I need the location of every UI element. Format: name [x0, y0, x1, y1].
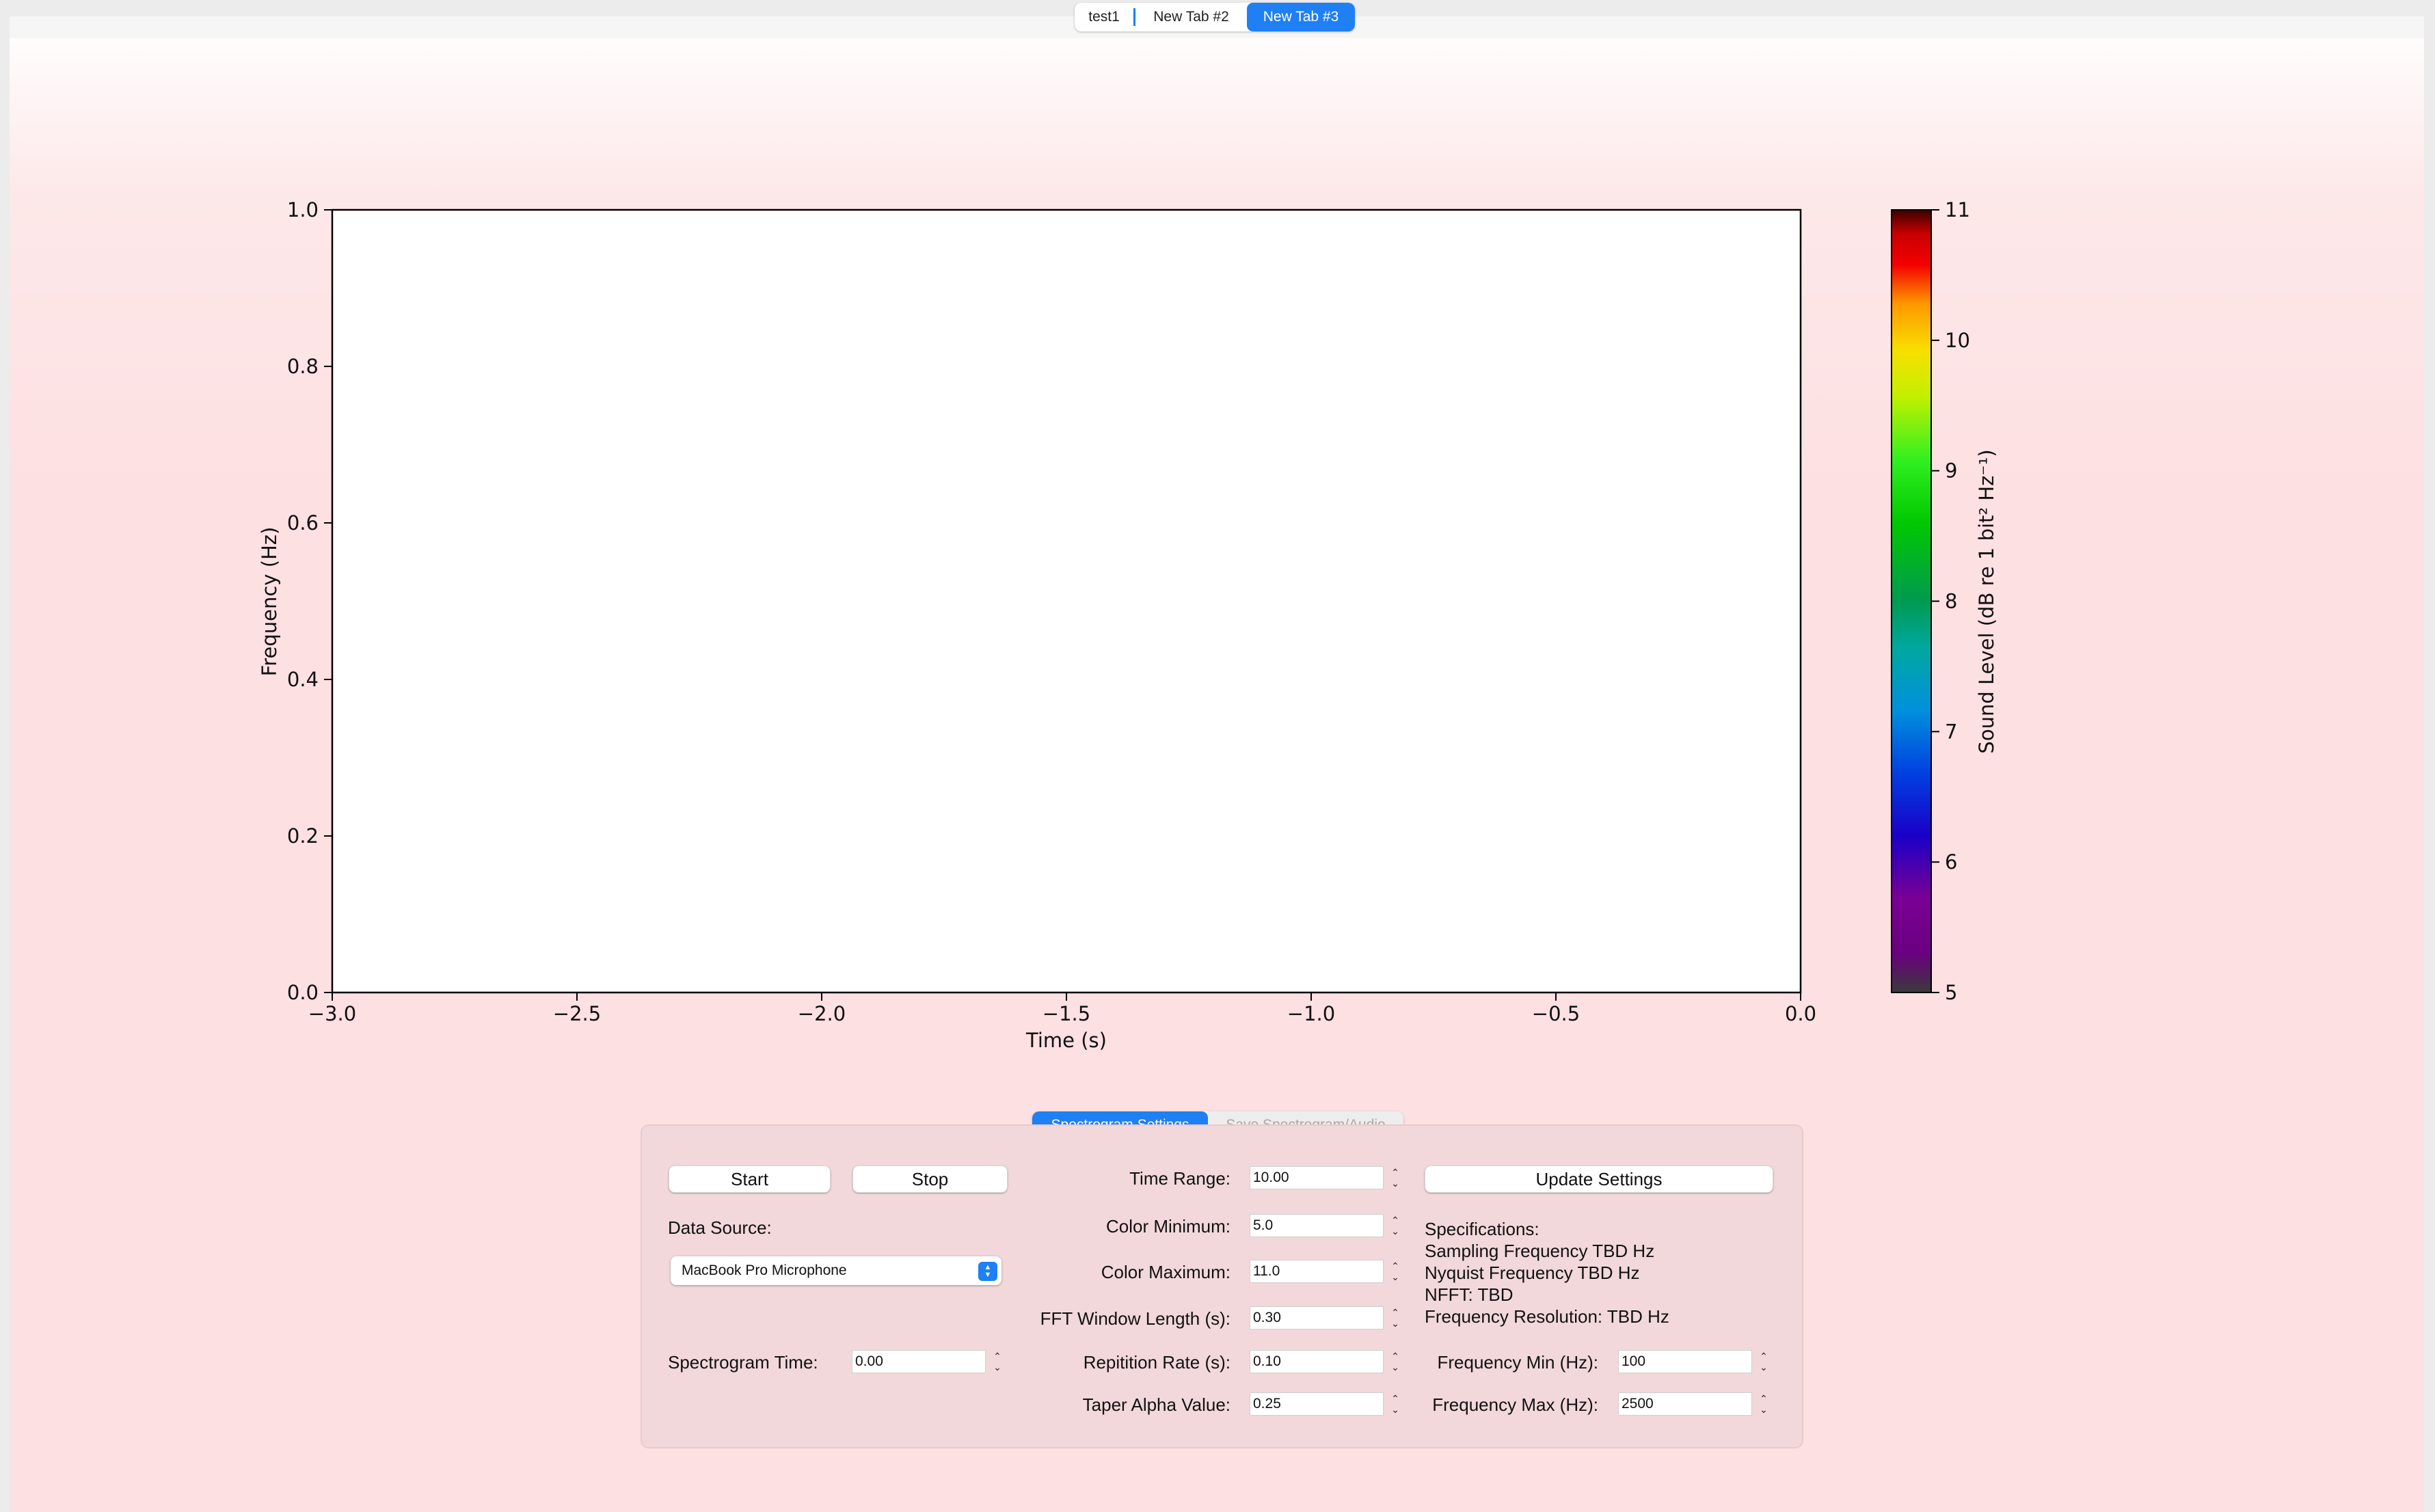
time-range-field[interactable]: 10.00 [1250, 1166, 1384, 1189]
repetition-rate-stepper[interactable]: ⌃ ⌄ [1388, 1348, 1403, 1375]
frequency-min-field[interactable]: 100 [1618, 1350, 1752, 1373]
sampling-frequency-text: Sampling Frequency TBD Hz [1425, 1241, 1655, 1261]
color-minimum-stepper[interactable]: ⌃ ⌄ [1388, 1212, 1403, 1239]
colorbar-tick-label: 10 [1945, 329, 1970, 352]
spectrogram-time-input: 0.00 ⌃ ⌄ [852, 1349, 1005, 1374]
chevron-up-down-icon: ▲ ▼ [978, 1262, 997, 1281]
update-settings-button[interactable]: Update Settings [1425, 1165, 1773, 1193]
colorbar-axis: 5 6 7 8 9 10 11 [1931, 198, 1970, 1004]
fft-window-length-label: FFT Window Length (s): [1040, 1308, 1230, 1329]
fft-window-length-field[interactable]: 0.30 [1250, 1306, 1384, 1329]
x-axis-label: Time (s) [1025, 1029, 1107, 1052]
x-tick-label: −0.5 [1532, 1002, 1580, 1025]
data-source-value: MacBook Pro Microphone [682, 1263, 847, 1278]
colorbar-tick-label: 5 [1945, 981, 1957, 1004]
colorbar-tick-label: 7 [1945, 720, 1957, 743]
colorbar [1891, 209, 1932, 993]
colorbar-tick-label: 9 [1945, 459, 1957, 483]
y-tick-label: 0.4 [287, 668, 319, 691]
taper-alpha-field[interactable]: 0.25 [1250, 1392, 1384, 1416]
frequency-max-stepper[interactable]: ⌃ ⌄ [1756, 1390, 1771, 1418]
x-tick-label: 0.0 [1785, 1002, 1816, 1025]
color-maximum-label: Color Maximum: [1101, 1262, 1230, 1282]
x-tick-label: −1.5 [1042, 1002, 1090, 1025]
y-tick-label: 0.6 [287, 511, 319, 535]
y-axis: 0.0 0.2 0.4 0.6 0.8 1.0 [287, 198, 332, 1004]
frequency-resolution-text: Frequency Resolution: TBD Hz [1425, 1306, 1669, 1327]
start-button[interactable]: Start [669, 1165, 831, 1193]
x-tick-label: −2.0 [798, 1002, 846, 1025]
spectrogram-time-label: Spectrogram Time: [668, 1352, 818, 1373]
repetition-rate-label: Repitition Rate (s): [1083, 1352, 1230, 1373]
color-maximum-input: 11.0 ⌃ ⌄ [1250, 1259, 1403, 1284]
color-maximum-field[interactable]: 11.0 [1250, 1260, 1384, 1283]
nfft-text: NFFT: TBD [1425, 1284, 1514, 1305]
repetition-rate-field[interactable]: 0.10 [1250, 1350, 1384, 1373]
frequency-max-input: 2500 ⌃ ⌄ [1618, 1392, 1771, 1416]
color-minimum-label: Color Minimum: [1105, 1216, 1230, 1237]
taper-alpha-input: 0.25 ⌃ ⌄ [1250, 1392, 1403, 1416]
fft-window-length-stepper[interactable]: ⌃ ⌄ [1388, 1304, 1403, 1332]
x-tick-label: −3.0 [308, 1002, 356, 1025]
fft-window-length-input: 0.30 ⌃ ⌄ [1250, 1306, 1403, 1330]
x-axis: −3.0 −2.5 −2.0 −1.5 −1.0 −0.5 0.0 [308, 993, 1816, 1025]
spectrogram-time-stepper[interactable]: ⌃ ⌄ [990, 1348, 1005, 1375]
colorbar-tick-label: 11 [1945, 198, 1970, 221]
y-tick-label: 0.0 [287, 981, 319, 1004]
colorbar-tick-label: 8 [1945, 590, 1957, 613]
frequency-min-label: Frequency Min (Hz): [1437, 1352, 1599, 1373]
colorbar-label: Sound Level (dB re 1 bit² Hz⁻¹) [1975, 449, 1998, 753]
spectrogram-time-field[interactable]: 0.00 [852, 1350, 986, 1373]
data-source-label: Data Source: [668, 1217, 772, 1238]
frequency-min-input: 100 ⌃ ⌄ [1618, 1349, 1771, 1374]
data-source-select[interactable]: MacBook Pro Microphone ▲ ▼ [671, 1256, 1001, 1285]
colorbar-tick-label: 6 [1945, 850, 1957, 874]
time-range-stepper[interactable]: ⌃ ⌄ [1388, 1164, 1403, 1191]
taper-alpha-stepper[interactable]: ⌃ ⌄ [1388, 1390, 1403, 1418]
time-range-label: Time Range: [1129, 1168, 1230, 1189]
x-tick-label: −1.0 [1287, 1002, 1335, 1025]
spectrogram-figure: −3.0 −2.5 −2.0 −1.5 −1.0 −0.5 0.0 0.0 0.2 0.4 0.6… [258, 198, 1998, 1052]
plot-area [331, 208, 1802, 994]
time-range-input: 10.00 ⌃ ⌄ [1250, 1165, 1403, 1190]
frequency-min-stepper[interactable]: ⌃ ⌄ [1756, 1348, 1771, 1375]
color-minimum-input: 5.0 ⌃ ⌄ [1250, 1213, 1403, 1238]
x-tick-label: −2.5 [553, 1002, 601, 1025]
nyquist-frequency-text: Nyquist Frequency TBD Hz [1425, 1263, 1640, 1283]
y-axis-label: Frequency (Hz) [258, 527, 281, 677]
y-tick-label: 0.8 [287, 355, 319, 378]
taper-alpha-label: Taper Alpha Value: [1082, 1394, 1230, 1415]
repetition-rate-input: 0.10 ⌃ ⌄ [1250, 1349, 1403, 1374]
stop-button[interactable]: Stop [852, 1165, 1008, 1193]
frequency-max-label: Frequency Max (Hz): [1432, 1394, 1598, 1415]
frequency-max-field[interactable]: 2500 [1618, 1392, 1752, 1416]
y-tick-label: 1.0 [287, 198, 319, 221]
y-tick-label: 0.2 [287, 824, 319, 848]
specifications-heading: Specifications: [1425, 1219, 1539, 1239]
color-minimum-field[interactable]: 5.0 [1250, 1214, 1384, 1237]
color-maximum-stepper[interactable]: ⌃ ⌄ [1388, 1258, 1403, 1285]
